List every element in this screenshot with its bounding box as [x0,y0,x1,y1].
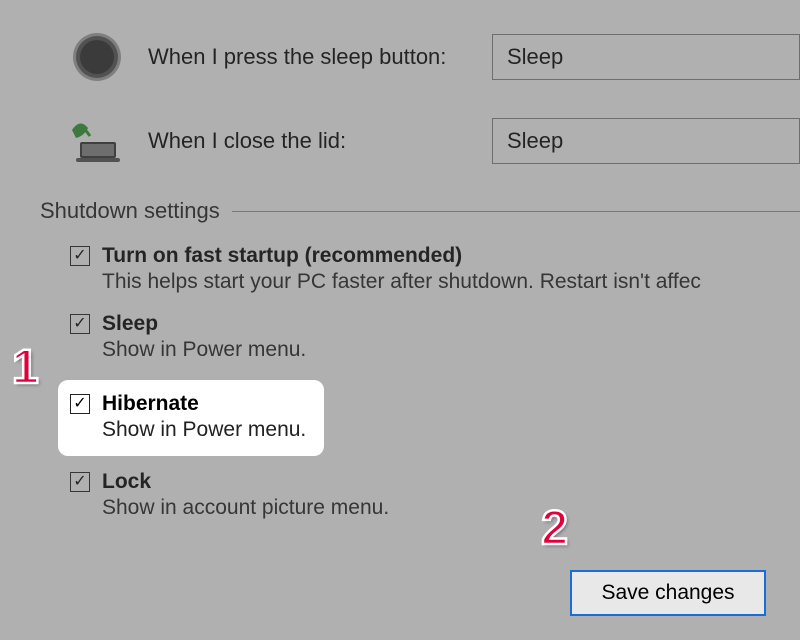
fast-startup-title: Turn on fast startup (recommended) [102,244,462,268]
sleep-button-select[interactable]: Sleep [492,34,800,80]
hibernate-checkbox[interactable]: ✓ [70,394,90,414]
fast-startup-item: ✓ Turn on fast startup (recommended) Thi… [70,244,800,294]
fast-startup-checkbox[interactable]: ✓ [70,246,90,266]
shutdown-settings-title: Shutdown settings [40,198,220,224]
save-changes-button[interactable]: Save changes [570,570,766,616]
shutdown-settings-header: Shutdown settings [40,198,800,224]
shutdown-settings-list: ✓ Turn on fast startup (recommended) Thi… [40,244,800,520]
sleep-button-icon [70,30,124,84]
annotation-2: 2 [541,501,568,556]
sleep-button-label: When I press the sleep button: [148,44,468,70]
hibernate-title: Hibernate [102,392,199,416]
hibernate-desc: Show in Power menu. [102,418,306,442]
lock-title: Lock [102,470,151,494]
sleep-item: ✓ Sleep Show in Power menu. [70,312,800,362]
sleep-button-row: When I press the sleep button: Sleep [40,30,800,84]
divider-line [232,211,800,212]
lock-checkbox[interactable]: ✓ [70,472,90,492]
fast-startup-desc: This helps start your PC faster after sh… [102,270,800,294]
sleep-title: Sleep [102,312,158,336]
sleep-checkbox[interactable]: ✓ [70,314,90,334]
hibernate-item: ✓ Hibernate Show in Power menu. [58,380,324,456]
close-lid-value: Sleep [507,128,563,154]
lock-desc: Show in account picture menu. [102,496,800,520]
sleep-button-value: Sleep [507,44,563,70]
sleep-desc: Show in Power menu. [102,338,800,362]
close-lid-select[interactable]: Sleep [492,118,800,164]
save-changes-label: Save changes [601,581,734,605]
lock-item: ✓ Lock Show in account picture menu. [70,470,800,520]
close-lid-icon [70,114,124,168]
annotation-1: 1 [12,340,39,395]
close-lid-row: When I close the lid: Sleep [40,114,800,168]
close-lid-label: When I close the lid: [148,128,468,154]
